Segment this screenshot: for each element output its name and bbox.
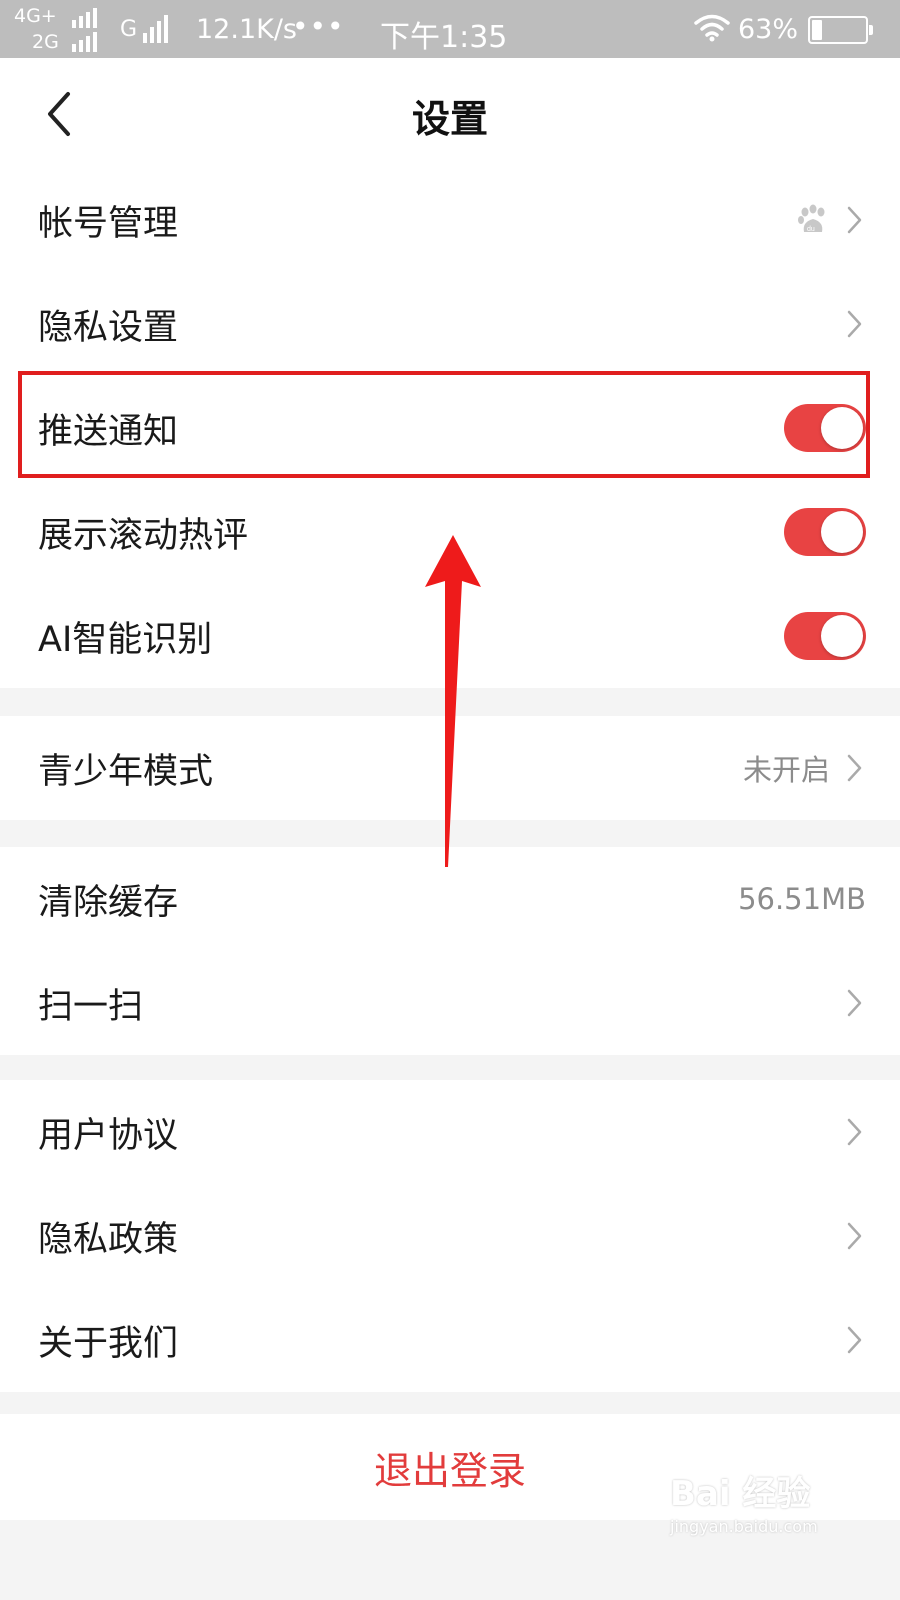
chevron-right-icon — [847, 754, 862, 782]
svg-text:du: du — [807, 226, 815, 233]
chevron-right-icon — [847, 1118, 862, 1146]
row-label: 清除缓存 — [38, 882, 179, 923]
network-type-primary: 4G+ — [14, 5, 57, 27]
clear-cache-row[interactable]: 清除缓存 56.51MB — [0, 847, 900, 951]
scan-row[interactable]: 扫一扫 — [0, 951, 900, 1055]
row-label: 青少年模式 — [38, 751, 214, 792]
teen-mode-status: 未开启 — [742, 753, 830, 787]
battery-percent: 63% — [738, 14, 799, 45]
chevron-right-icon — [847, 989, 862, 1017]
about-us-row[interactable]: 关于我们 — [0, 1288, 900, 1392]
push-notification-row: 推送通知 — [0, 376, 900, 480]
watermark-logo-text: Bai 经验 — [670, 1474, 811, 1514]
status-bar: 4G+ 2G G 12.1K/s ••• 下午1:35 63% — [0, 0, 900, 58]
chevron-right-icon — [847, 206, 862, 234]
settings-group-teen: 青少年模式 未开启 — [0, 716, 900, 820]
row-label: 展示滚动热评 — [38, 515, 249, 556]
app-header: 设置 — [0, 58, 900, 168]
network-type-tertiary: G — [120, 17, 138, 42]
row-label: 帐号管理 — [38, 203, 179, 244]
row-label: 隐私设置 — [38, 307, 179, 348]
toggle-knob — [821, 615, 863, 657]
row-label: 推送通知 — [38, 411, 179, 452]
row-label: 关于我们 — [38, 1323, 179, 1364]
toggle-knob — [821, 407, 863, 449]
hot-comments-toggle[interactable] — [784, 508, 866, 556]
signal-icon — [72, 32, 100, 52]
network-type-secondary: 2G — [32, 31, 59, 53]
privacy-policy-row[interactable]: 隐私政策 — [0, 1184, 900, 1288]
chevron-right-icon — [847, 310, 862, 338]
toggle-knob — [821, 511, 863, 553]
signal-icon — [143, 15, 171, 43]
cache-size: 56.51MB — [738, 882, 866, 916]
watermark: Bai 经验 jingyan.baidu.com — [670, 1466, 870, 1536]
baidu-paw-icon: du — [798, 204, 825, 233]
settings-group-legal: 用户协议 隐私政策 关于我们 — [0, 1080, 900, 1392]
chevron-right-icon — [847, 1222, 862, 1250]
hot-comments-row: 展示滚动热评 — [0, 480, 900, 584]
signal-icon — [72, 8, 100, 28]
page-title: 设置 — [411, 97, 488, 141]
row-label: 扫一扫 — [38, 986, 144, 1027]
more-notifications-icon: ••• — [292, 10, 345, 43]
settings-group-account: 帐号管理 du 隐私设置 推送通知 展示滚动热评 AI智能识别 — [0, 168, 900, 688]
wifi-icon — [694, 14, 730, 42]
settings-group-tools: 清除缓存 56.51MB 扫一扫 — [0, 847, 900, 1055]
row-label: 隐私政策 — [38, 1219, 179, 1260]
watermark-url: jingyan.baidu.com — [670, 1517, 818, 1536]
ai-recognition-toggle[interactable] — [784, 612, 866, 660]
row-label: 用户协议 — [38, 1115, 179, 1156]
battery-icon — [808, 16, 873, 44]
push-notification-toggle[interactable] — [784, 404, 866, 452]
chevron-right-icon — [847, 1326, 862, 1354]
ai-recognition-row: AI智能识别 — [0, 584, 900, 688]
logout-label: 退出登录 — [373, 1448, 526, 1493]
network-speed: 12.1K/s — [196, 14, 297, 45]
privacy-settings-row[interactable]: 隐私设置 — [0, 272, 900, 376]
user-agreement-row[interactable]: 用户协议 — [0, 1080, 900, 1184]
row-label: AI智能识别 — [38, 619, 213, 660]
clock: 下午1:35 — [380, 20, 508, 55]
account-management-row[interactable]: 帐号管理 du — [0, 168, 900, 272]
teen-mode-row[interactable]: 青少年模式 未开启 — [0, 716, 900, 820]
